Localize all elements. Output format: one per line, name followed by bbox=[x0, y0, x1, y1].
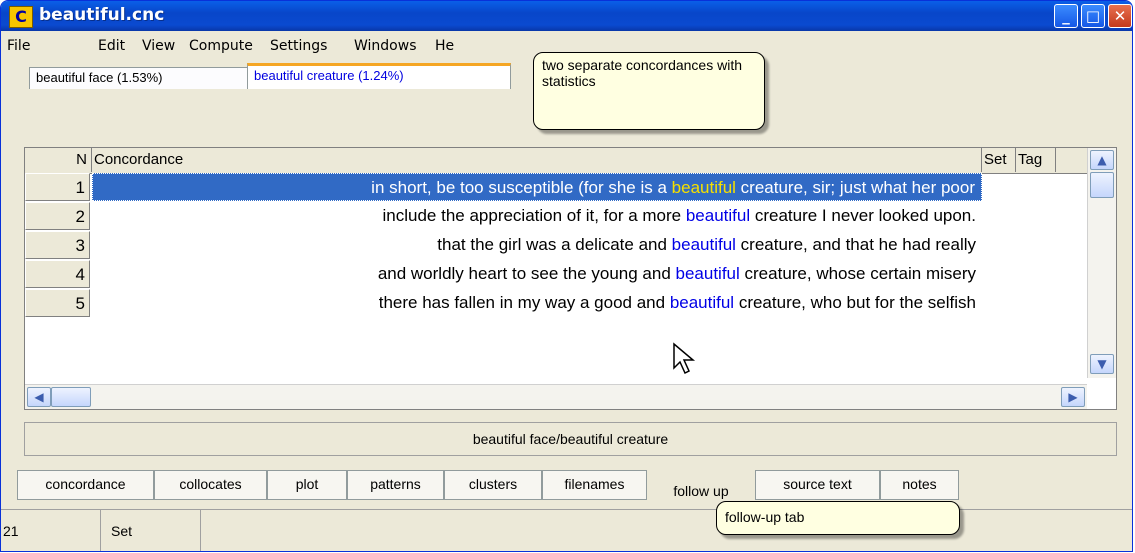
column-header-n[interactable]: N bbox=[25, 148, 92, 172]
app-icon[interactable]: C bbox=[9, 6, 33, 28]
left-context: include the appreciation of it, for a mo… bbox=[382, 206, 686, 225]
column-header-concordance[interactable]: Concordance bbox=[92, 148, 982, 172]
tab-beautiful-face[interactable]: beautiful face (1.53%) bbox=[29, 67, 248, 89]
tab-concordance[interactable]: concordance bbox=[17, 470, 154, 500]
right-context: creature, whose certain misery bbox=[739, 264, 976, 283]
right-context: creature I never looked upon. bbox=[750, 206, 976, 225]
close-icon: ✕ bbox=[1113, 7, 1127, 25]
tab-beautiful-creature[interactable]: beautiful creature (1.24%) bbox=[247, 63, 511, 89]
minimize-button[interactable]: _ bbox=[1054, 4, 1078, 28]
row-number[interactable]: 5 bbox=[25, 289, 90, 317]
status-bar: 21 Set bbox=[1, 509, 1132, 551]
row-number[interactable]: 2 bbox=[25, 202, 90, 230]
horizontal-scrollbar[interactable]: ◀ ▶ bbox=[25, 384, 1087, 409]
tab-source-text[interactable]: source text bbox=[755, 470, 880, 500]
left-context: there has fallen in my way a good and bbox=[378, 293, 670, 312]
close-button[interactable]: ✕ bbox=[1108, 4, 1132, 28]
concordance-line[interactable]: there has fallen in my way a good and be… bbox=[92, 289, 982, 317]
tab-collocates[interactable]: collocates bbox=[154, 470, 267, 500]
row-number[interactable]: 3 bbox=[25, 231, 90, 259]
menu-settings[interactable]: Settings bbox=[270, 38, 327, 54]
scroll-right-button[interactable]: ▶ bbox=[1061, 387, 1085, 407]
maximize-button[interactable]: □ bbox=[1081, 4, 1105, 28]
keyword: beautiful bbox=[685, 206, 751, 225]
bottom-tab-bar: concordance collocates plot patterns clu… bbox=[1, 467, 1132, 505]
maximize-icon: □ bbox=[1085, 7, 1101, 25]
tab-clusters[interactable]: clusters bbox=[444, 470, 542, 500]
grid-header: N Concordance Set Tag bbox=[25, 148, 1087, 174]
title-bar[interactable]: C beautiful.cnc _ □ ✕ bbox=[1, 1, 1132, 31]
table-row[interactable]: 5 there has fallen in my way a good and … bbox=[25, 289, 1087, 318]
concordance-line[interactable]: that the girl was a delicate and beautif… bbox=[92, 231, 982, 259]
table-row[interactable]: 2 include the appreciation of it, for a … bbox=[25, 202, 1087, 231]
concordance-line[interactable]: and worldly heart to see the young and b… bbox=[92, 260, 982, 288]
row-number[interactable]: 1 bbox=[25, 173, 90, 201]
tab-notes[interactable]: notes bbox=[880, 470, 959, 500]
window-title: beautiful.cnc bbox=[39, 5, 165, 25]
tab-plot[interactable]: plot bbox=[267, 470, 347, 500]
menu-help[interactable]: He bbox=[435, 38, 454, 54]
menu-windows[interactable]: Windows bbox=[354, 38, 417, 54]
menu-compute[interactable]: Compute bbox=[189, 38, 253, 54]
right-context: creature, and that he had really bbox=[735, 235, 976, 254]
table-row[interactable]: 1 in short, be too susceptible (for she … bbox=[25, 173, 1087, 202]
menu-file[interactable]: File bbox=[7, 38, 30, 54]
column-header-set[interactable]: Set bbox=[982, 148, 1016, 172]
vertical-scroll-thumb[interactable] bbox=[1090, 172, 1114, 198]
right-context: creature, who but for the selfish bbox=[734, 293, 976, 312]
minimize-icon: _ bbox=[1062, 7, 1070, 25]
concordance-line[interactable]: in short, be too susceptible (for she is… bbox=[92, 173, 982, 201]
vertical-scrollbar[interactable]: ▲ ▼ bbox=[1087, 148, 1116, 378]
status-set: Set bbox=[101, 510, 201, 551]
concordance-grid: N Concordance Set Tag 1 in short, be too… bbox=[24, 147, 1117, 410]
horizontal-scroll-thumb[interactable] bbox=[51, 387, 91, 407]
concordance-line[interactable]: include the appreciation of it, for a mo… bbox=[92, 202, 982, 230]
mouse-pointer-icon bbox=[673, 342, 696, 375]
scroll-up-icon: ▲ bbox=[1097, 153, 1107, 167]
comparison-label: beautiful face/beautiful creature bbox=[24, 422, 1117, 456]
tab-filenames[interactable]: filenames bbox=[542, 470, 647, 500]
callout-top: two separate concordances with statistic… bbox=[533, 52, 765, 130]
right-context: creature, sir; just what her poor bbox=[735, 178, 975, 197]
scroll-right-icon: ▶ bbox=[1068, 390, 1078, 404]
keyword: beautiful bbox=[675, 264, 740, 283]
table-row[interactable]: 4 and worldly heart to see the young and… bbox=[25, 260, 1087, 289]
table-row[interactable]: 3 that the girl was a delicate and beaut… bbox=[25, 231, 1087, 260]
scroll-left-icon: ◀ bbox=[34, 390, 44, 404]
scroll-up-button[interactable]: ▲ bbox=[1090, 150, 1114, 170]
scroll-down-button[interactable]: ▼ bbox=[1090, 354, 1114, 374]
menu-edit[interactable]: Edit bbox=[98, 38, 125, 54]
menu-view[interactable]: View bbox=[142, 38, 175, 54]
left-context: that the girl was a delicate and bbox=[437, 235, 672, 254]
left-context: and worldly heart to see the young and bbox=[377, 264, 676, 283]
scroll-left-button[interactable]: ◀ bbox=[27, 387, 51, 407]
keyword: beautiful bbox=[671, 178, 736, 197]
scroll-down-icon: ▼ bbox=[1097, 357, 1107, 371]
callout-bottom: follow-up tab bbox=[716, 501, 960, 535]
keyword: beautiful bbox=[669, 293, 735, 312]
row-number[interactable]: 4 bbox=[25, 260, 90, 288]
column-header-tag[interactable]: Tag bbox=[1016, 148, 1056, 172]
tab-patterns[interactable]: patterns bbox=[347, 470, 444, 500]
keyword: beautiful bbox=[671, 235, 736, 254]
left-context: in short, be too susceptible (for she is… bbox=[371, 178, 672, 197]
status-count: 21 bbox=[1, 510, 101, 551]
